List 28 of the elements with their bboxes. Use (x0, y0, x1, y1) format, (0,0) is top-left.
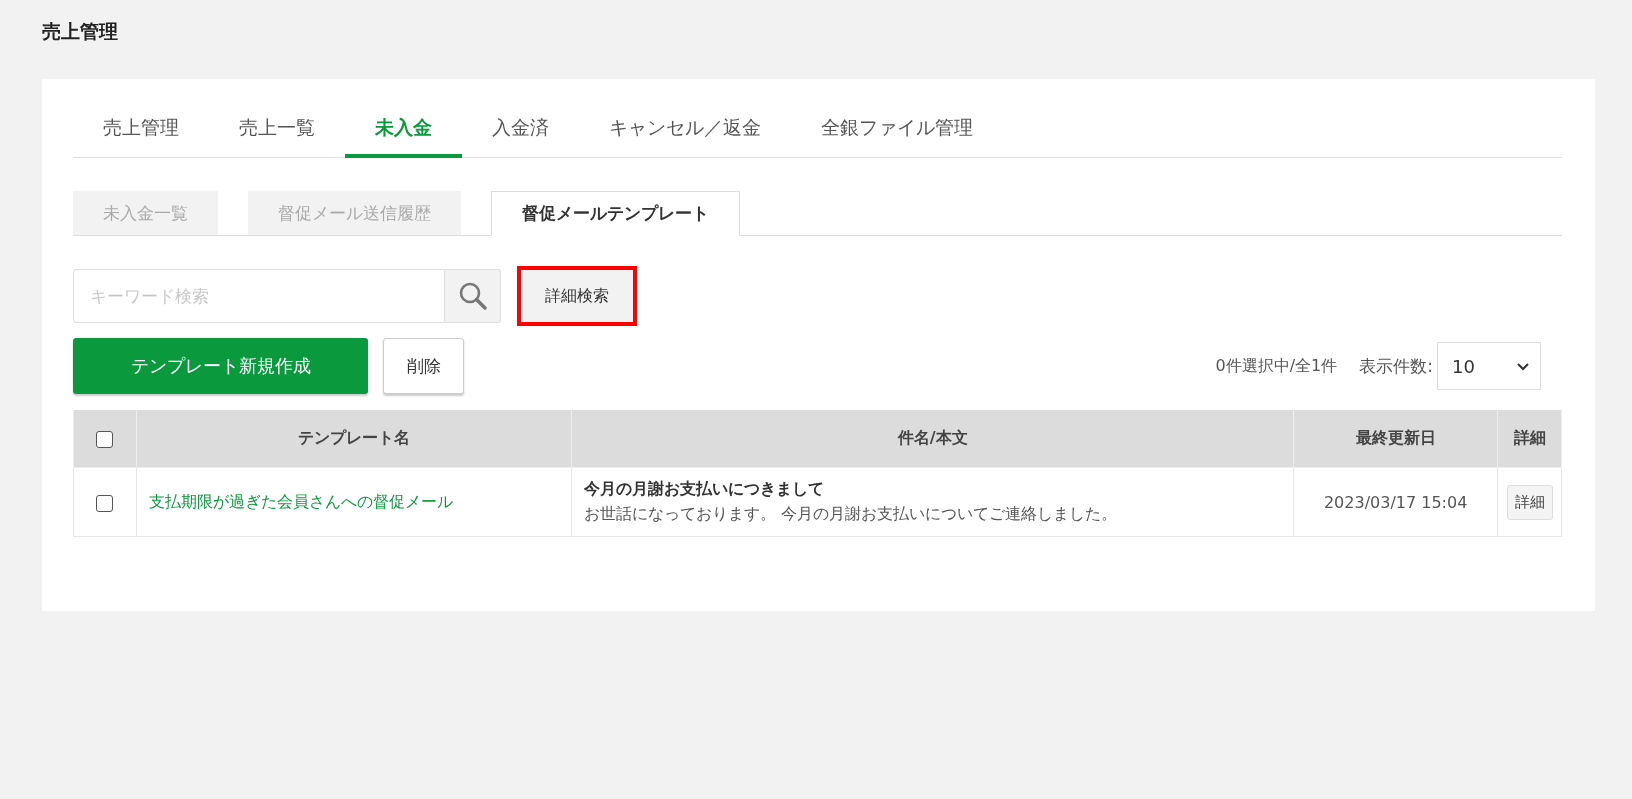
column-header: テンプレート名 (136, 410, 572, 468)
create-template-button[interactable]: テンプレート新規作成 (73, 338, 368, 394)
template-name-link[interactable]: 支払期限が過ぎた会員さんへの督促メール (148, 491, 453, 511)
tab[interactable]: 未入金 (345, 101, 462, 158)
page-title: 売上管理 (42, 19, 119, 44)
page-size-label: 表示件数: (1359, 354, 1433, 378)
mail-body: お世話になっております。 今月の月謝お支払いについてご連絡しました。 (584, 504, 1119, 525)
select-all-checkbox[interactable] (96, 431, 114, 448)
tab[interactable]: 入金済 (462, 101, 579, 158)
selection-count: 0件選択中/全1件 (1215, 355, 1338, 377)
detail-button[interactable]: 詳細 (1506, 484, 1553, 520)
column-header: 件名/本文 (571, 410, 1294, 468)
page-size-select[interactable]: 10 (1437, 342, 1541, 390)
mail-subject: 今月の月謝お支払いにつきまして (584, 479, 826, 500)
tab[interactable]: 売上一覧 (209, 101, 345, 158)
tab[interactable]: 売上管理 (73, 101, 209, 158)
search-icon (457, 281, 488, 311)
tab[interactable]: キャンセル／返金 (579, 101, 791, 158)
search-button[interactable] (445, 269, 501, 323)
delete-button[interactable]: 削除 (383, 338, 464, 394)
chevron-down-icon (1516, 361, 1530, 371)
column-header: 最終更新日 (1293, 410, 1498, 468)
sub-tab[interactable]: 督促メールテンプレート (491, 191, 740, 236)
updated-date: 2023/03/17 15:04 (1323, 492, 1468, 512)
row-checkbox[interactable] (96, 494, 114, 512)
advanced-search-button[interactable]: 詳細検索 (517, 266, 637, 326)
tab[interactable]: 全銀ファイル管理 (791, 101, 1003, 158)
column-header: 詳細 (1497, 410, 1562, 468)
